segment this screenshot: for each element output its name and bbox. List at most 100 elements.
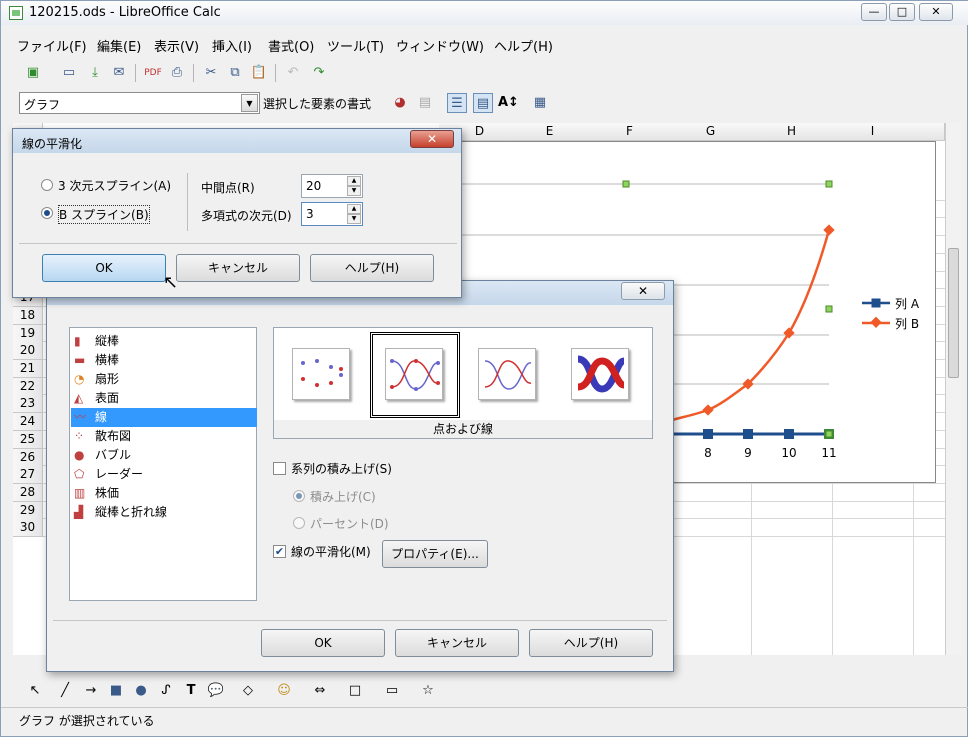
minimize-button[interactable]: — bbox=[861, 3, 887, 21]
freeform-icon[interactable]: ᔑ bbox=[156, 681, 176, 701]
chart-type-icon[interactable]: ◕ bbox=[390, 93, 410, 113]
row-header[interactable]: 28 bbox=[13, 483, 43, 502]
variant-points-and-lines[interactable] bbox=[385, 348, 443, 400]
menu-view[interactable]: 表示(V) bbox=[154, 36, 199, 55]
variant-3d-lines[interactable] bbox=[571, 348, 629, 400]
chart-type-ok-button[interactable]: OK bbox=[261, 629, 385, 657]
row-header[interactable]: 23 bbox=[13, 395, 43, 414]
block-arrows-icon[interactable]: ⇔ bbox=[310, 681, 330, 701]
row-header[interactable]: 29 bbox=[13, 501, 43, 520]
basic-shapes-icon[interactable]: ◇ bbox=[238, 681, 258, 701]
data-table-icon[interactable]: ▤ bbox=[415, 93, 435, 113]
variant-points-only[interactable] bbox=[292, 348, 350, 400]
stack-on-top-radio[interactable] bbox=[293, 490, 305, 502]
row-header[interactable]: 18 bbox=[13, 306, 43, 325]
menu-help[interactable]: ヘルプ(H) bbox=[494, 36, 553, 55]
new-document-icon[interactable]: ▣ bbox=[23, 63, 43, 83]
menu-format[interactable]: 書式(O) bbox=[268, 36, 314, 55]
copy-icon[interactable]: ⧉ bbox=[225, 63, 245, 83]
chart-type-cancel-button[interactable]: キャンセル bbox=[395, 629, 519, 657]
chart-element-combo[interactable]: グラフ ▼ bbox=[19, 92, 260, 114]
stars-icon[interactable]: ☆ bbox=[418, 681, 438, 701]
b-spline-radio[interactable] bbox=[41, 207, 53, 219]
chart-type-close-button[interactable]: ✕ bbox=[621, 282, 665, 300]
maximize-button[interactable]: □ bbox=[889, 3, 915, 21]
degree-spinbox[interactable]: 3 ▲ ▼ bbox=[301, 202, 363, 226]
open-icon[interactable]: ▭ bbox=[59, 63, 79, 83]
stack-series-checkbox[interactable] bbox=[273, 462, 286, 475]
callouts-icon[interactable]: ▭ bbox=[382, 681, 402, 701]
row-header[interactable]: 25 bbox=[13, 430, 43, 449]
symbol-shapes-icon[interactable]: ☺ bbox=[274, 681, 294, 701]
arrow-line-icon[interactable]: → bbox=[81, 681, 101, 701]
menu-tools[interactable]: ツール(T) bbox=[327, 36, 384, 55]
row-header[interactable]: 27 bbox=[13, 466, 43, 485]
close-window-button[interactable]: ✕ bbox=[919, 3, 953, 21]
row-header[interactable]: 22 bbox=[13, 377, 43, 396]
format-selection-button[interactable]: 選択した要素の書式 bbox=[263, 95, 371, 112]
rectangle-icon[interactable]: ■ bbox=[106, 681, 126, 701]
column-header[interactable] bbox=[913, 123, 945, 141]
row-header[interactable]: 20 bbox=[13, 342, 43, 361]
legend-on-off-icon[interactable]: ▤ bbox=[473, 93, 493, 113]
chart-type-xy-scatter[interactable]: ⁘ 散布図 bbox=[71, 427, 257, 446]
chart-type-line[interactable]: 〰線 bbox=[71, 408, 257, 427]
row-header[interactable]: 24 bbox=[13, 413, 43, 432]
print-icon[interactable]: ⎙ bbox=[167, 63, 187, 83]
email-icon[interactable]: ✉ bbox=[109, 63, 129, 83]
smooth-lines-checkbox[interactable]: ✔ bbox=[273, 545, 286, 558]
percent-radio[interactable] bbox=[293, 517, 305, 529]
menu-window[interactable]: ウィンドウ(W) bbox=[396, 36, 484, 55]
vertical-scrollbar[interactable] bbox=[945, 123, 961, 655]
resolution-spinbox[interactable]: 20 ▲ ▼ bbox=[301, 174, 363, 198]
scroll-thumb[interactable] bbox=[948, 248, 959, 378]
chart-type-column-and-line[interactable]: ▟ 縦棒と折れ線 bbox=[71, 503, 257, 522]
properties-button[interactable]: プロパティ(E)... bbox=[382, 540, 488, 568]
select-arrow-icon[interactable]: ↖ bbox=[25, 681, 45, 701]
cubic-spline-radio[interactable] bbox=[41, 179, 53, 191]
chart-type-column[interactable]: ▮ 縦棒 bbox=[71, 332, 257, 351]
row-header[interactable]: 26 bbox=[13, 448, 43, 467]
chart-type-list[interactable]: ▮ 縦棒 ▬ 横棒 ◔ 扇形 ◭ 表面〰線 ⁘ 散布図 ● バブル ⬠ レーダー ▥ 株価 ▟ 縦棒と折れ線 bbox=[69, 327, 257, 601]
line-icon[interactable]: ╱ bbox=[55, 681, 75, 701]
chevron-down-icon[interactable]: ▼ bbox=[241, 94, 258, 112]
spin-up-icon[interactable]: ▲ bbox=[347, 204, 361, 214]
scale-text-icon[interactable]: A↕ bbox=[498, 93, 519, 113]
redo-icon[interactable]: ↷ bbox=[309, 63, 329, 83]
chart-variant-gallery[interactable]: 点および線 bbox=[273, 327, 653, 439]
column-header[interactable]: H bbox=[751, 123, 833, 141]
horizontal-grids-icon[interactable]: ☰ bbox=[447, 93, 467, 113]
chart-type-net[interactable]: ⬠ レーダー bbox=[71, 465, 257, 484]
row-header[interactable]: 21 bbox=[13, 360, 43, 378]
text-icon[interactable]: T bbox=[181, 681, 201, 701]
chart-type-pie[interactable]: ◔ 扇形 bbox=[71, 370, 257, 389]
chart-type-bar[interactable]: ▬ 横棒 bbox=[71, 351, 257, 370]
export-pdf-icon[interactable]: PDF bbox=[143, 63, 163, 83]
smooth-help-button[interactable]: ヘルプ(H) bbox=[310, 254, 434, 282]
column-header[interactable]: I bbox=[832, 123, 914, 141]
column-header[interactable]: G bbox=[670, 123, 752, 141]
spin-down-icon[interactable]: ▼ bbox=[347, 214, 361, 224]
menu-insert[interactable]: 挿入(I) bbox=[212, 36, 252, 55]
chart-type-stock[interactable]: ▥ 株価 bbox=[71, 484, 257, 503]
spin-up-icon[interactable]: ▲ bbox=[347, 176, 361, 186]
smooth-cancel-button[interactable]: キャンセル bbox=[176, 254, 300, 282]
cut-icon[interactable]: ✂ bbox=[201, 63, 221, 83]
variant-lines-only[interactable] bbox=[478, 348, 536, 400]
spin-down-icon[interactable]: ▼ bbox=[347, 186, 361, 196]
chart-type-help-button[interactable]: ヘルプ(H) bbox=[529, 629, 653, 657]
row-header[interactable]: 19 bbox=[13, 324, 43, 343]
menu-file[interactable]: ファイル(F) bbox=[17, 36, 87, 55]
ellipse-icon[interactable]: ● bbox=[131, 681, 151, 701]
menu-edit[interactable]: 編集(E) bbox=[97, 36, 141, 55]
smooth-ok-button[interactable]: OK bbox=[42, 254, 166, 282]
flowchart-icon[interactable]: □ bbox=[345, 681, 365, 701]
callout-icon[interactable]: 💬 bbox=[206, 681, 226, 701]
automatic-layout-icon[interactable]: ▦ bbox=[530, 93, 550, 113]
save-icon[interactable]: ⤓ bbox=[85, 63, 105, 83]
chart-type-bubble[interactable]: ● バブル bbox=[71, 446, 257, 465]
paste-icon[interactable]: 📋 bbox=[249, 63, 269, 83]
column-header[interactable]: E bbox=[509, 123, 591, 141]
row-header[interactable]: 30 bbox=[13, 519, 43, 538]
close-icon[interactable]: ✕ bbox=[410, 130, 454, 148]
